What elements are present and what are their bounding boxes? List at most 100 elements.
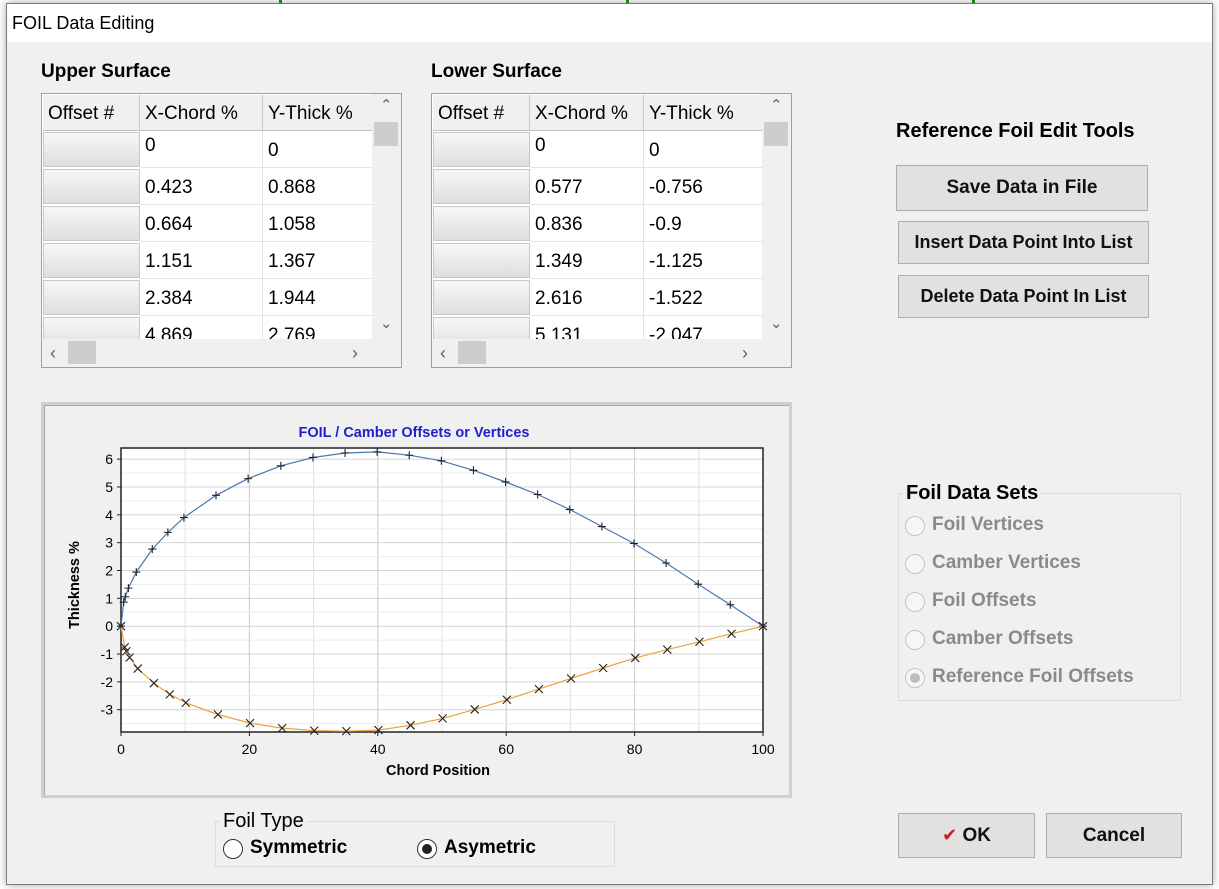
radio-dot	[422, 844, 432, 854]
window-title: FOIL Data Editing	[7, 4, 1212, 42]
scroll-down-icon[interactable]: ⌄	[770, 314, 783, 332]
y-thick-cell[interactable]: 1.944	[263, 279, 372, 316]
y-thick-cell[interactable]: 1.058	[263, 205, 372, 242]
x-chord-cell[interactable]: 1.151	[140, 242, 263, 279]
foil-chart: -3 -2 -1 0 1 2 3 4 5 6 0 20 40 60 80 100 FOIL / Camber O…	[41, 402, 792, 798]
radio-label: Camber Vertices	[932, 552, 1081, 573]
x-tick-label: 100	[751, 741, 775, 757]
delete-data-point-button[interactable]: Delete Data Point In List	[898, 275, 1149, 318]
x-chord-cell[interactable]: 4.869	[140, 316, 263, 340]
col-header-x-chord[interactable]: X-Chord %	[530, 95, 644, 131]
row-header[interactable]	[43, 132, 140, 167]
upper-surface-grid[interactable]: Offset # X-Chord % Y-Thick % 0 0 0.423 0.86…	[41, 93, 402, 368]
scroll-right-icon[interactable]: ›	[742, 343, 748, 364]
y-thick-cell[interactable]: -1.125	[644, 242, 762, 279]
table-row[interactable]: 0.836 -0.9	[433, 205, 762, 242]
row-header[interactable]	[433, 206, 530, 241]
table-row[interactable]: 4.869 2.769	[43, 316, 372, 340]
scroll-thumb[interactable]	[68, 341, 96, 364]
radio-label: Asymetric	[444, 837, 536, 858]
x-chord-cell[interactable]: 5.131	[530, 316, 644, 340]
save-data-button[interactable]: Save Data in File	[896, 165, 1148, 211]
scroll-left-icon[interactable]: ‹	[50, 343, 56, 364]
col-header-y-thick[interactable]: Y-Thick %	[644, 95, 762, 131]
scroll-up-icon[interactable]: ⌃	[770, 96, 783, 114]
radio-foil-offsets[interactable]	[905, 592, 925, 612]
radio-camber-offsets[interactable]	[905, 630, 925, 650]
scroll-right-icon[interactable]: ›	[352, 343, 358, 364]
scroll-left-icon[interactable]: ‹	[440, 343, 446, 364]
table-row[interactable]: 2.384 1.944	[43, 279, 372, 316]
row-header[interactable]	[43, 280, 140, 315]
col-header-offset[interactable]: Offset #	[433, 95, 530, 131]
table-row[interactable]: 1.151 1.367	[43, 242, 372, 279]
y-thick-cell[interactable]: 0.868	[263, 168, 372, 205]
x-chord-cell[interactable]: 0.577	[530, 168, 644, 205]
y-thick-cell[interactable]: -1.522	[644, 279, 762, 316]
vertical-scrollbar[interactable]: ⌃ ⌄	[372, 94, 401, 340]
x-tick-label: 60	[498, 741, 514, 757]
table-row[interactable]: 00	[43, 131, 372, 168]
row-header[interactable]	[433, 243, 530, 278]
col-header-y-thick[interactable]: Y-Thick %	[263, 95, 372, 131]
cancel-button[interactable]: Cancel	[1046, 813, 1182, 858]
table-row[interactable]: 0.423 0.868	[43, 168, 372, 205]
radio-label: Symmetric	[250, 837, 348, 858]
x-chord-cell[interactable]: 0	[530, 131, 644, 168]
table-row[interactable]: 0.577 -0.756	[433, 168, 762, 205]
table-row[interactable]: 5.131 -2.047	[433, 316, 762, 340]
scroll-down-icon[interactable]: ⌄	[380, 314, 393, 332]
x-chord-cell[interactable]: 0.423	[140, 168, 263, 205]
y-tick-label: -1	[101, 646, 114, 662]
scroll-up-icon[interactable]: ⌃	[380, 96, 393, 114]
table-row[interactable]: 1.349 -1.125	[433, 242, 762, 279]
row-header[interactable]	[433, 132, 530, 167]
horizontal-scrollbar[interactable]: ‹ ›	[42, 339, 372, 367]
row-header[interactable]	[43, 243, 140, 278]
insert-data-point-button[interactable]: Insert Data Point Into List	[898, 221, 1149, 264]
radio-asymetric[interactable]	[417, 839, 437, 859]
radio-label: Foil Offsets	[932, 590, 1037, 611]
table-row[interactable]: 2.616 -1.522	[433, 279, 762, 316]
radio-camber-vertices[interactable]	[905, 554, 925, 574]
row-header[interactable]	[43, 169, 140, 204]
scroll-corner	[371, 339, 401, 367]
scroll-thumb[interactable]	[374, 122, 398, 146]
x-tick-label: 40	[370, 741, 386, 757]
x-chord-cell[interactable]: 0.836	[530, 205, 644, 242]
x-chord-cell[interactable]: 1.349	[530, 242, 644, 279]
y-tick-label: 2	[105, 563, 113, 579]
radio-foil-vertices[interactable]	[905, 516, 925, 536]
row-header[interactable]	[433, 280, 530, 315]
row-header[interactable]	[433, 169, 530, 204]
y-thick-cell[interactable]: -2.047	[644, 316, 762, 340]
table-row[interactable]: 0.664 1.058	[43, 205, 372, 242]
row-header[interactable]	[433, 317, 530, 340]
horizontal-scrollbar[interactable]: ‹ ›	[432, 339, 762, 367]
ok-button[interactable]: ✔ OK	[898, 813, 1035, 858]
y-thick-cell[interactable]: -0.756	[644, 168, 762, 205]
scroll-thumb[interactable]	[458, 341, 486, 364]
col-header-offset[interactable]: Offset #	[43, 95, 140, 131]
scroll-thumb[interactable]	[764, 122, 788, 146]
x-chord-cell[interactable]: 2.616	[530, 279, 644, 316]
col-header-x-chord[interactable]: X-Chord %	[140, 95, 263, 131]
vertical-scrollbar[interactable]: ⌃ ⌄	[762, 94, 791, 340]
y-tick-label: 6	[105, 451, 113, 467]
y-thick-cell[interactable]: 2.769	[263, 316, 372, 340]
x-chord-cell[interactable]: 2.384	[140, 279, 263, 316]
x-chord-cell[interactable]: 0	[140, 131, 263, 168]
radio-symmetric[interactable]	[223, 839, 243, 859]
upper-surface-label: Upper Surface	[41, 61, 171, 82]
table-row[interactable]: 00	[433, 131, 762, 168]
row-header[interactable]	[43, 317, 140, 340]
y-thick-cell[interactable]: 1.367	[263, 242, 372, 279]
y-thick-cell[interactable]: 0	[644, 131, 762, 168]
x-chord-cell[interactable]: 0.664	[140, 205, 263, 242]
row-header[interactable]	[43, 206, 140, 241]
y-thick-cell[interactable]: 0	[263, 131, 372, 168]
lower-surface-grid[interactable]: Offset # X-Chord % Y-Thick % 0 0 0.577 -0.7…	[431, 93, 792, 368]
y-tick-label: 5	[105, 479, 113, 495]
radio-reference-foil-offsets[interactable]	[905, 668, 925, 688]
y-thick-cell[interactable]: -0.9	[644, 205, 762, 242]
